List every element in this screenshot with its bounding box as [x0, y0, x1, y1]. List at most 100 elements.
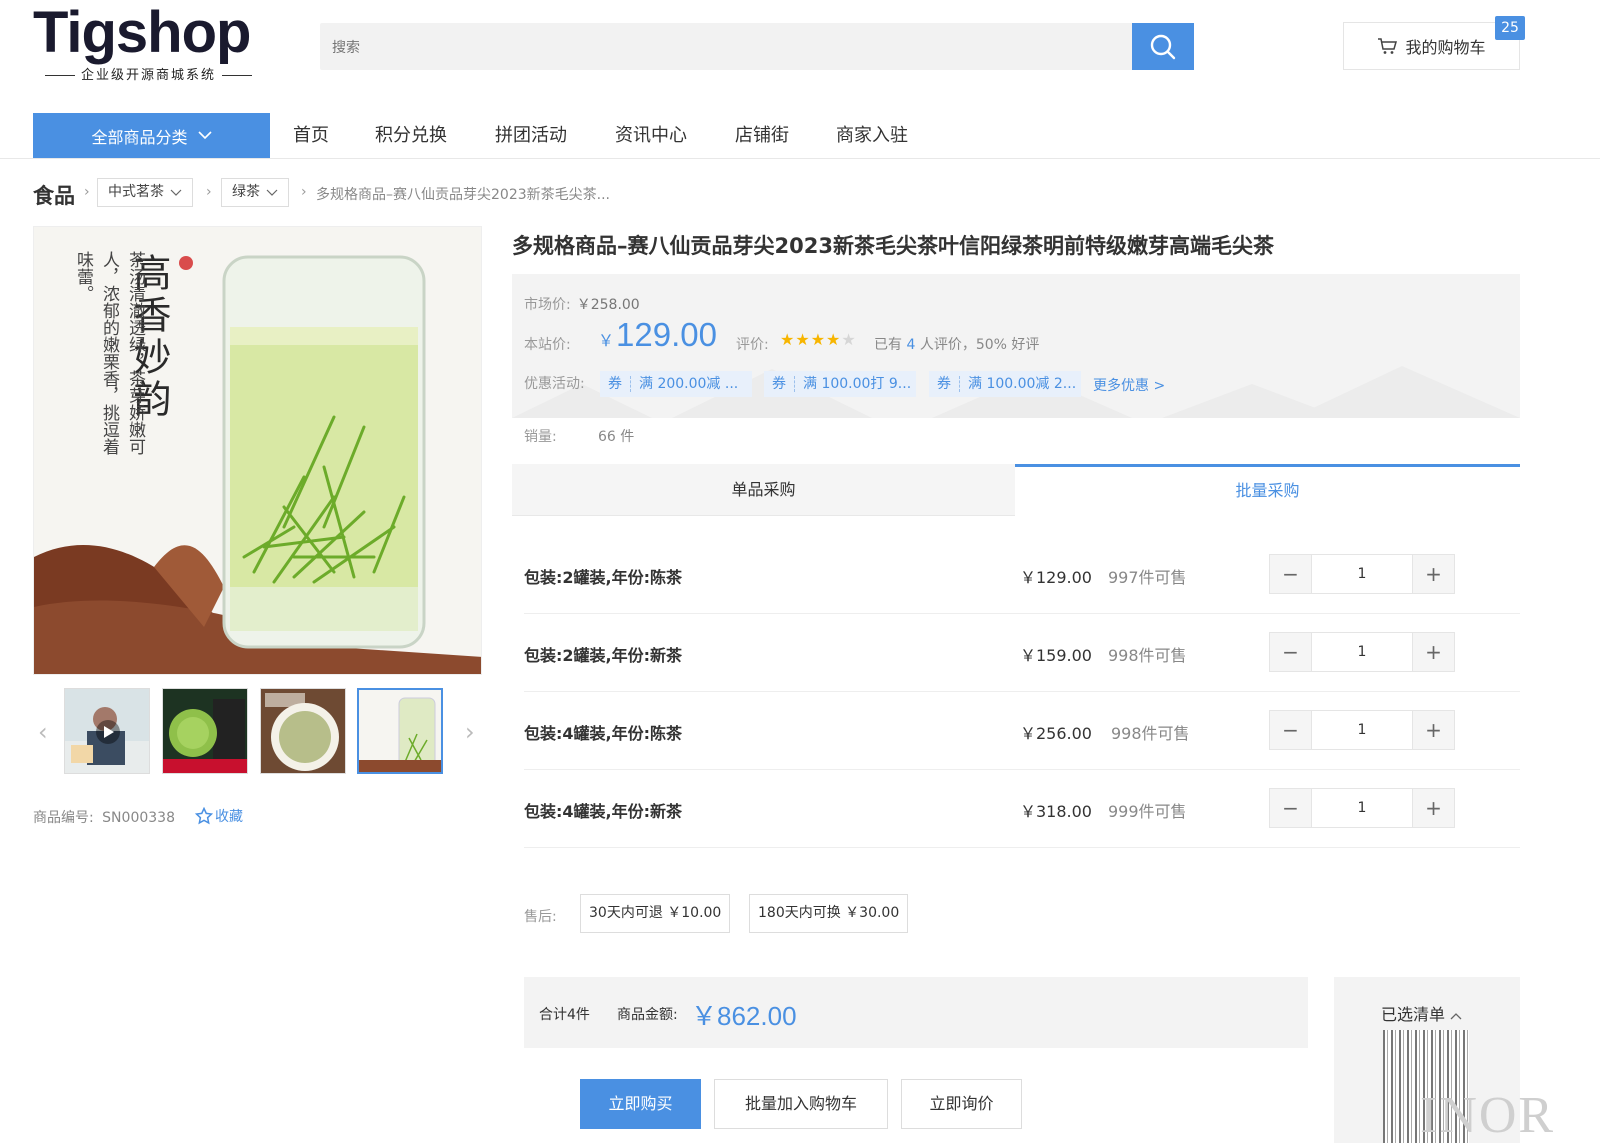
variant-spec: 包装:2罐装,年份:新茶	[524, 646, 683, 665]
breadcrumb-root[interactable]: 食品	[33, 180, 75, 210]
variant-stock: 999件可售	[1108, 802, 1187, 821]
cart-button[interactable]: 我的购物车	[1343, 22, 1520, 70]
buy-now-button[interactable]: 立即购买	[580, 1079, 701, 1129]
nav-divider	[0, 158, 1600, 159]
search-bar	[320, 23, 1194, 70]
star-filled-icon: ★	[795, 330, 811, 349]
variant-stock: 997件可售	[1108, 568, 1187, 587]
search-button[interactable]	[1132, 23, 1194, 70]
variant-row: 包装:4罐装,年份:陈茶 ￥256.00 998件可售 − 1 +	[524, 692, 1520, 770]
search-input[interactable]	[320, 23, 1130, 70]
selected-list-toggle[interactable]: 已选清单	[1381, 1001, 1462, 1025]
increment-button[interactable]: +	[1413, 789, 1454, 827]
sku-value: SN000338	[102, 810, 175, 826]
increment-button[interactable]: +	[1413, 555, 1454, 593]
coupon-tag: 券	[608, 376, 631, 392]
increment-button[interactable]: +	[1413, 711, 1454, 749]
decrement-button[interactable]: −	[1270, 711, 1311, 749]
decrement-button[interactable]: −	[1270, 633, 1311, 671]
decrement-button[interactable]: −	[1270, 789, 1311, 827]
after-sale-label: 售后:	[524, 909, 557, 925]
breadcrumb-current: 多规格商品–赛八仙贡品芽尖2023新茶毛尖茶...	[316, 187, 610, 203]
breadcrumb-separator-icon: ›	[206, 184, 212, 200]
review-summary[interactable]: 已有 4 人评价，50% 好评	[874, 334, 1039, 354]
our-price: ￥129.00	[598, 316, 717, 354]
star-outline-icon	[195, 807, 213, 825]
our-price-value: 129.00	[616, 316, 717, 353]
logo[interactable]: Tigshop 企业级开源商城系统	[33, 0, 273, 86]
quantity-input[interactable]: 1	[1311, 789, 1413, 827]
coupon-2[interactable]: 券满 100.00打 9...	[764, 371, 916, 397]
variant-row: 包装:2罐装,年份:陈茶 ￥129.00 997件可售 − 1 +	[524, 536, 1520, 614]
after-sale-option-exchange[interactable]: 180天内可换 ￥30.00	[749, 894, 909, 933]
inquire-button[interactable]: 立即询价	[901, 1079, 1022, 1129]
quantity-stepper: − 1 +	[1269, 632, 1455, 672]
after-sale-option-return[interactable]: 30天内可退 ￥10.00	[580, 894, 731, 933]
star-empty-icon: ★	[841, 330, 857, 349]
coupon-text: 满 200.00减 ...	[639, 376, 739, 392]
cart-icon	[1378, 38, 1398, 54]
add-to-cart-button[interactable]: 批量加入购物车	[714, 1079, 888, 1129]
next-thumb-button[interactable]: ›	[465, 718, 475, 746]
tab-bulk-purchase[interactable]: 批量采购	[1015, 464, 1520, 516]
favorite-label: 收藏	[215, 809, 243, 825]
nav-item-news[interactable]: 资讯中心	[615, 113, 687, 158]
quantity-stepper: − 1 +	[1269, 788, 1455, 828]
nav-item-group-buy[interactable]: 拼团活动	[495, 113, 567, 158]
our-price-label: 本站价:	[524, 337, 571, 353]
breadcrumb-separator-icon: ›	[84, 184, 90, 200]
quantity-input[interactable]: 1	[1311, 711, 1413, 749]
star-filled-icon: ★	[826, 330, 842, 349]
breadcrumb-level2-label: 绿茶	[232, 184, 260, 200]
thumbnail-video[interactable]	[64, 688, 150, 774]
thumbnail-tea-bowl[interactable]	[260, 688, 346, 774]
sales-value: 66 件	[598, 429, 635, 445]
nav-item-shops[interactable]: 店铺街	[735, 113, 789, 158]
product-title: 多规格商品–赛八仙贡品芽尖2023新茶毛尖茶叶信阳绿茶明前特级嫩芽高端毛尖茶	[512, 234, 1274, 258]
currency-symbol: ￥	[598, 333, 615, 350]
tab-single-purchase[interactable]: 单品采购	[512, 464, 1015, 516]
image-caption: 茶汤清澈透绿，茶芽娇嫩可人，浓郁的嫩栗香，挑逗着味蕾。	[73, 251, 145, 455]
thumbnail-product-tins[interactable]	[162, 688, 248, 774]
cart-count-badge: 25	[1495, 16, 1525, 40]
variant-price: ￥159.00	[1020, 646, 1092, 665]
variant-price: ￥129.00	[1020, 568, 1092, 587]
variant-price: ￥256.00	[1020, 724, 1092, 743]
quantity-input[interactable]: 1	[1311, 633, 1413, 671]
rating-label: 评价:	[736, 337, 769, 353]
total-amount-label: 商品金额:	[617, 1007, 678, 1023]
logo-wordmark: Tigshop	[33, 0, 251, 65]
coupon-tag: 券	[937, 376, 960, 392]
coupon-3[interactable]: 券满 100.00减 2...	[929, 371, 1081, 397]
logo-tagline: 企业级开源商城系统	[39, 64, 258, 83]
thumbnail-tea-glass[interactable]	[357, 688, 443, 774]
market-price-value: ￥258.00	[576, 297, 640, 313]
main-product-image[interactable]: 高香妙韵 茶汤清澈透绿，茶芽娇嫩可人，浓郁的嫩栗香，挑逗着味蕾。	[33, 226, 482, 675]
increment-button[interactable]: +	[1413, 633, 1454, 671]
prev-thumb-button[interactable]: ‹	[38, 718, 48, 746]
coupon-text: 满 100.00打 9...	[803, 376, 912, 392]
nav-item-points[interactable]: 积分兑换	[375, 113, 447, 158]
decrement-button[interactable]: −	[1270, 555, 1311, 593]
nav-item-home[interactable]: 首页	[293, 113, 329, 158]
search-icon	[1150, 34, 1176, 59]
all-categories-label: 全部商品分类	[91, 127, 188, 147]
quantity-input[interactable]: 1	[1311, 555, 1413, 593]
review-pre: 已有	[874, 337, 902, 353]
coupon-1[interactable]: 券满 200.00减 ...	[600, 371, 752, 397]
more-promos-link[interactable]: 更多优惠 >	[1093, 375, 1165, 395]
cart-label: 我的购物车	[1405, 38, 1486, 57]
variant-spec: 包装:4罐装,年份:陈茶	[524, 724, 683, 743]
nav-item-merchant[interactable]: 商家入驻	[836, 113, 908, 158]
breadcrumb-dropdown-level1[interactable]: 中式茗茶	[97, 178, 193, 207]
variant-spec: 包装:4罐装,年份:新茶	[524, 802, 683, 821]
sku-info: 商品编号: SN000338	[33, 807, 175, 827]
review-post: 人评价，50% 好评	[919, 337, 1040, 353]
chevron-down-icon	[197, 131, 212, 140]
favorite-button[interactable]: 收藏	[195, 806, 243, 826]
all-categories-button[interactable]: 全部商品分类	[33, 113, 270, 158]
coupon-tag: 券	[772, 376, 795, 392]
variant-spec: 包装:2罐装,年份:陈茶	[524, 568, 683, 587]
breadcrumb-dropdown-level2[interactable]: 绿茶	[221, 178, 289, 207]
market-price-row: 市场价: ￥258.00	[524, 294, 640, 314]
